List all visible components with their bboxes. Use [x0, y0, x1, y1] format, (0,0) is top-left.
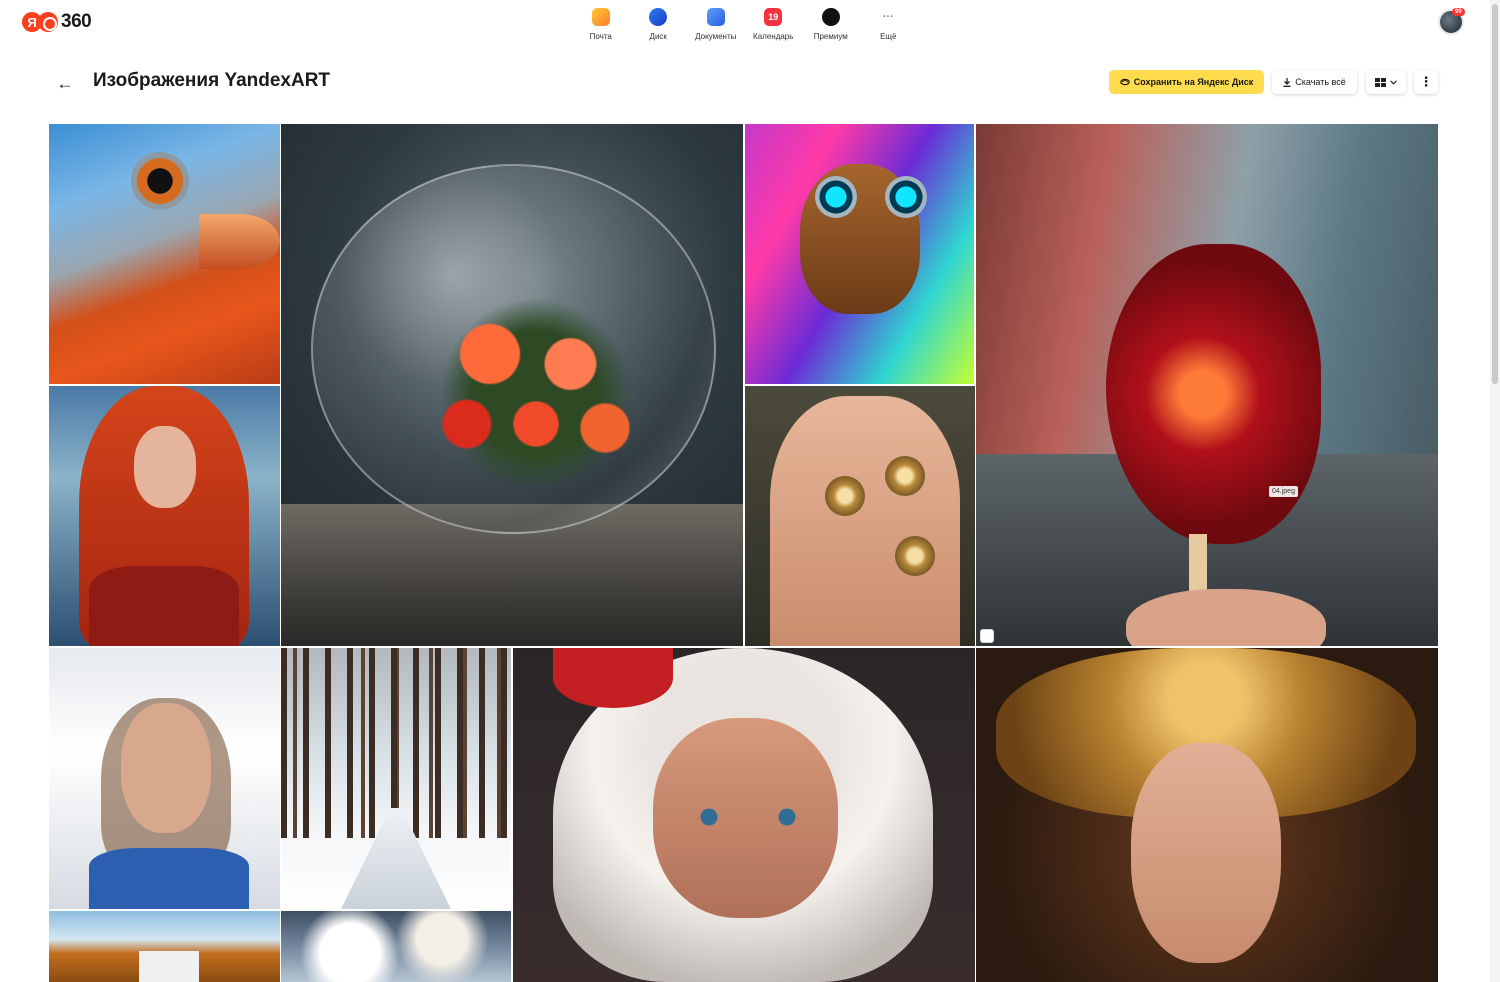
gallery-image-fur-hood-woman[interactable]: [49, 648, 280, 909]
save-label: Сохранить на Яндекс Диск: [1133, 77, 1254, 87]
service-label: Ещё: [880, 32, 897, 41]
flowers: [421, 284, 651, 484]
palace-building: [139, 951, 199, 982]
service-calendar[interactable]: 19 Календарь: [745, 6, 803, 41]
select-checkbox[interactable]: [980, 629, 994, 643]
download-all-button[interactable]: Скачать всё: [1272, 70, 1357, 94]
service-label: Диск: [649, 32, 667, 41]
gallery-image-santa[interactable]: [513, 648, 975, 982]
gallery-image-clouds[interactable]: [281, 911, 511, 982]
download-label: Скачать всё: [1295, 77, 1346, 87]
gallery-image-glass-sphere[interactable]: [281, 124, 743, 646]
gallery-image-golden-crown-woman[interactable]: [976, 648, 1438, 982]
gallery-image-red-hair-woman[interactable]: [49, 386, 280, 646]
gallery-image-rings-hand[interactable]: [745, 386, 975, 646]
grid-view-icon: [1375, 77, 1386, 87]
yandex-360-logo[interactable]: Я 360: [22, 11, 92, 33]
service-more[interactable]: ··· Ещё: [860, 6, 918, 41]
service-label: Календарь: [753, 32, 794, 41]
page-title: Изображения YandexART: [93, 70, 331, 91]
chevron-down-icon: [1390, 79, 1397, 85]
back-button[interactable]: ←: [55, 74, 75, 94]
page-scrollbar[interactable]: [1490, 0, 1500, 982]
service-premium[interactable]: Премиум: [802, 6, 860, 41]
gallery-image-winter-forest[interactable]: [281, 648, 511, 909]
gallery-image-autumn-palace[interactable]: [49, 911, 280, 982]
bird-beak: [199, 214, 280, 269]
red-hat: [553, 648, 673, 708]
blue-eyes: [683, 808, 813, 826]
download-icon: [1283, 77, 1291, 87]
page: Я 360 Почта Диск Документы 19 Календарь …: [0, 0, 1500, 982]
face: [1131, 743, 1281, 963]
face: [134, 426, 196, 508]
gallery-image-cyber-dog[interactable]: [745, 124, 974, 384]
red-dress: [89, 566, 239, 646]
disk-icon: [649, 8, 668, 26]
gold-ring: [895, 536, 935, 576]
face: [121, 703, 211, 833]
yandex-360-ring-icon: [38, 12, 58, 32]
scrollbar-thumb[interactable]: [1492, 4, 1498, 384]
service-label: Премиум: [813, 32, 848, 41]
notification-badge: 99: [1452, 8, 1465, 16]
disk-icon: [1119, 78, 1130, 86]
gold-ring: [885, 456, 925, 496]
services-nav: Почта Диск Документы 19 Календарь Премиу…: [572, 6, 917, 41]
gold-ring: [825, 476, 865, 516]
calendar-icon: 19: [764, 8, 783, 26]
service-disk[interactable]: Диск: [630, 6, 688, 41]
more-vertical-icon: ⋮: [1419, 74, 1433, 89]
logo-number: 360: [61, 11, 92, 32]
hand: [1126, 589, 1326, 646]
file-name-tooltip: 04.jpeg: [1269, 486, 1298, 497]
bird-eye: [131, 152, 189, 210]
hand-palm: [770, 396, 960, 646]
service-mail[interactable]: Почта: [572, 6, 630, 41]
service-label: Почта: [589, 32, 612, 41]
save-to-disk-button[interactable]: Сохранить на Яндекс Диск: [1109, 70, 1264, 94]
view-mode-dropdown[interactable]: [1366, 70, 1406, 94]
gallery-image-rooster-lollipop[interactable]: [976, 124, 1438, 646]
service-docs[interactable]: Документы: [687, 6, 745, 41]
goggle-left: [815, 176, 857, 218]
more-icon: ···: [882, 11, 894, 23]
more-actions-button[interactable]: ⋮: [1414, 70, 1438, 94]
arrow-left-icon: ←: [56, 74, 74, 93]
goggle-right: [885, 176, 927, 218]
gallery-image-bird[interactable]: [49, 124, 280, 384]
docs-icon: [706, 8, 725, 26]
mail-icon: [591, 8, 610, 26]
blue-coat: [89, 848, 249, 909]
service-label: Документы: [695, 32, 737, 41]
premium-icon: [821, 8, 840, 26]
